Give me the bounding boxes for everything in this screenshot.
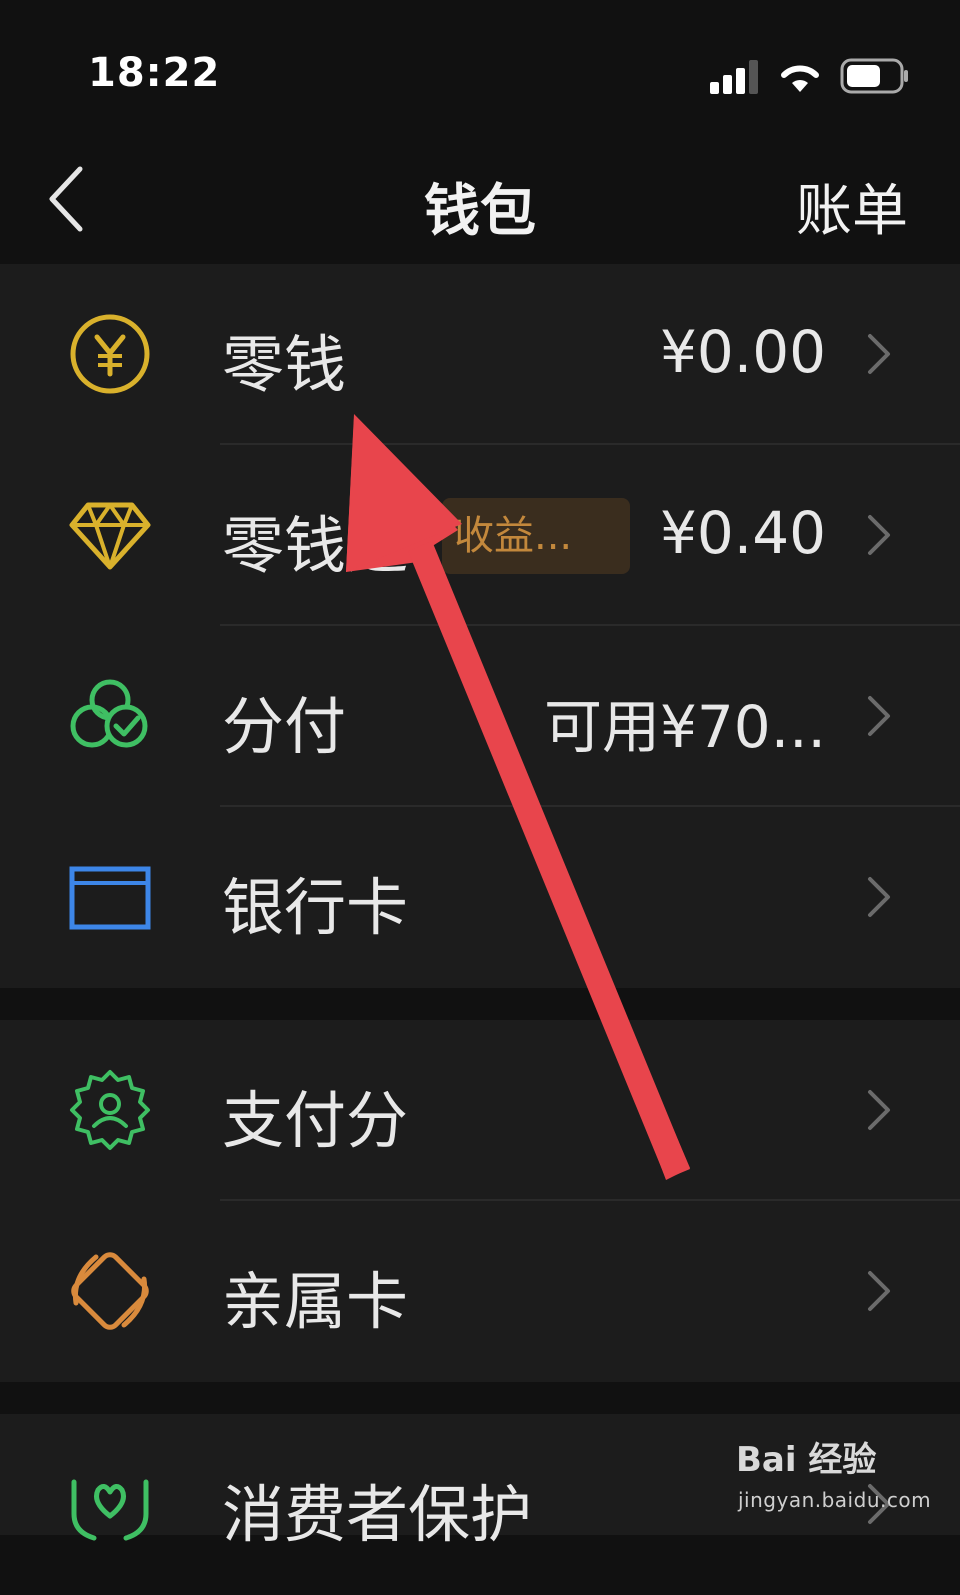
chevron-right-icon [868, 877, 890, 917]
earnings-badge: 收益... [442, 498, 630, 574]
status-icons [710, 58, 910, 94]
item-label: 分付 [222, 690, 347, 763]
status-bar: 18:22 [0, 0, 960, 140]
bill-button[interactable]: 账单 [796, 166, 908, 247]
item-label: 零钱 [222, 328, 347, 401]
watermark-brand: Bai 经验 [736, 1440, 877, 1480]
chevron-right-icon [868, 696, 890, 736]
item-label: 消费者保护 [222, 1478, 533, 1551]
item-label: 银行卡 [222, 871, 409, 944]
yuan-coin-icon [70, 314, 150, 394]
baidu-watermark: Bai 经验 jingyan.baidu.com [736, 1432, 931, 1522]
item-label: 零钱通 [222, 509, 409, 582]
item-value: ¥0.40 [659, 499, 826, 567]
fenfu-icon [70, 679, 148, 748]
item-value: 可用¥70... [543, 693, 826, 761]
battery-icon [840, 58, 908, 94]
item-label: 亲属卡 [222, 1265, 409, 1338]
chevron-right-icon [868, 1090, 890, 1130]
chevron-right-icon [868, 334, 890, 374]
chevron-right-icon [868, 515, 890, 555]
diamond-icon [69, 502, 151, 570]
bank-card-icon [69, 866, 151, 930]
nav-bar: 钱包 账单 [0, 140, 960, 264]
item-label: 支付分 [222, 1084, 409, 1157]
list-item-payscore[interactable]: 支付分 [0, 1020, 960, 1201]
list-item-bank-card[interactable]: 银行卡 [0, 807, 960, 988]
cellular-signal-icon [710, 60, 758, 94]
item-value: ¥0.00 [659, 318, 826, 386]
watermark-url: jingyan.baidu.com [738, 1488, 932, 1512]
wifi-icon [781, 65, 819, 92]
payscore-badge-icon [70, 1070, 150, 1150]
family-card-icon [71, 1252, 149, 1330]
status-time: 18:22 [88, 50, 221, 96]
list-item-family-card[interactable]: 亲属卡 [0, 1201, 960, 1382]
list-item-fenfu[interactable]: 分付 可用¥70... [0, 626, 960, 807]
chevron-right-icon [868, 1271, 890, 1311]
consumer-protection-icon [71, 1479, 149, 1541]
wallet-group-services: 支付分 亲属卡 [0, 1020, 960, 1382]
wallet-group-main: 零钱 ¥0.00 零钱通 ¥0.40 分付 可用¥70... 银行卡 [0, 264, 960, 988]
list-item-change[interactable]: 零钱 ¥0.00 [0, 264, 960, 445]
